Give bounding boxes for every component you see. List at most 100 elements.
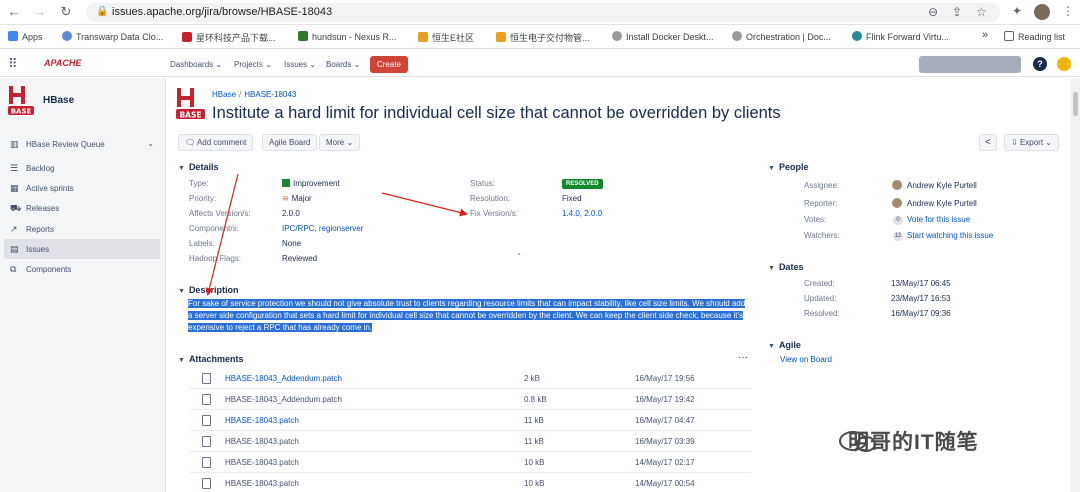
created-value: 13/May/17 06:45 [891,279,951,288]
project-name[interactable]: HBase [43,95,74,106]
bookmarks-overflow[interactable]: » [982,29,988,41]
help-icon[interactable]: ? [1033,57,1047,71]
description-heading[interactable]: ▼ Description [178,285,238,295]
nexus-icon [298,31,308,41]
sidebar-item-active-sprints[interactable]: ▦ Active sprints [4,178,160,198]
bookmark-flink[interactable]: Flink Forward Virtu... [852,31,949,42]
bookmark-star-ring[interactable]: 星环科技产品下载... [182,31,276,44]
svg-text:BASE: BASE [11,108,32,116]
share-icon: < [985,137,991,148]
file-icon [202,394,211,405]
twisty-icon: ▼ [768,343,775,350]
affects-version-value: 2.0.0 [282,209,300,218]
attachment-row[interactable]: HBASE-18043.patch 10 kB 14/May/17 02:17 [190,452,751,473]
reload-icon[interactable]: ↻ [58,4,74,20]
created-label: Created: [804,279,835,288]
description-text[interactable]: For sake of service protection we should… [188,298,748,334]
export-button[interactable]: ⇩ Export ⌄ [1004,134,1059,151]
address-bar[interactable]: 🔒 issues.apache.org/jira/browse/HBASE-18… [86,3,1000,22]
user-avatar[interactable] [1057,57,1071,71]
sidebar-item-reports[interactable]: ↗ Reports [4,219,160,239]
bookmark-docker[interactable]: Install Docker Deskt... [612,31,714,42]
watchers-label: Watchers: [804,231,840,240]
watch-link[interactable]: Start watching this issue [907,231,993,240]
bookmark-hs-delivery[interactable]: 恒生电子交付物管... [496,31,590,44]
scrollbar-thumb[interactable] [1073,92,1078,116]
details-heading[interactable]: ▼ Details [178,162,218,172]
url-text[interactable]: issues.apache.org/jira/browse/HBASE-1804… [112,6,332,18]
more-button[interactable]: More ⌄ [319,134,361,151]
hbase-project-icon[interactable]: BASE [8,86,36,116]
profile-avatar[interactable] [1034,4,1050,20]
menu-issues[interactable]: Issues ⌄ [284,60,316,69]
hadoop-flags-value: Reviewed [282,254,318,263]
bookmark-orchestration[interactable]: Orchestration | Doc... [732,31,831,42]
sidebar-item-issues[interactable]: ▤ Issues [4,239,160,259]
reading-list[interactable]: Reading list [1004,31,1065,42]
sidebar-item-components[interactable]: ⧉ Components [4,259,160,279]
breadcrumb-issue-key[interactable]: HBASE-18043 [244,90,296,99]
globe-icon [732,31,742,41]
attachment-row[interactable]: HBASE-18043_Addendum.patch 0.8 kB 16/May/1… [190,389,751,410]
zoom-icon[interactable]: ⊖ [928,5,938,19]
attachment-row[interactable]: HBASE-18043.patch 11 kB 16/May/17 03:39 [190,431,751,452]
page-scrollbar[interactable] [1071,78,1080,492]
bookmark-nexus[interactable]: hundsun - Nexus R... [298,31,397,42]
menu-boards[interactable]: Boards ⌄ [326,60,360,69]
app-switcher-icon[interactable]: ⠿ [8,57,18,70]
chevron-down-icon[interactable]: ⌄ [147,139,154,148]
create-button[interactable]: Create [370,56,408,73]
fix-version-value[interactable]: 1.4.0, 2.0.0 [562,209,602,218]
bookmark-hs-community[interactable]: 恒生E社区 [418,31,474,44]
apache-logo[interactable]: APACHE [44,58,81,68]
sidebar-item-review-queue[interactable]: ▥ HBase Review Queue ⌄ [4,134,160,154]
dates-heading[interactable]: ▼ Dates [768,262,803,272]
twisty-icon: ▼ [768,265,775,272]
reporter-avatar [892,198,902,208]
labels-value: None [282,239,302,248]
attachment-row[interactable]: HBASE-18043.patch 11 kB 16/May/17 04:47 [190,410,751,431]
menu-dashboards[interactable]: Dashboards ⌄ [170,60,222,69]
vote-link[interactable]: Vote for this issue [907,215,970,224]
components-value[interactable]: IPC/RPC, regionserver [282,224,363,233]
menu-projects[interactable]: Projects ⌄ [234,60,272,69]
sidebar-item-backlog[interactable]: ☰ Backlog [4,158,160,178]
votes-label: Votes: [804,215,827,224]
breadcrumb-project[interactable]: HBase [212,90,236,99]
sprint-icon: ▦ [10,183,19,193]
people-heading[interactable]: ▼ People [768,162,808,172]
reading-list-icon [1004,31,1014,41]
priority-label: Priority: [189,194,217,203]
bookmark-transwarp[interactable]: Transwarp Data Clo... [62,31,163,42]
attachments-options-icon[interactable]: ··· [738,352,748,363]
share-button[interactable]: < [979,134,997,151]
watchers-count: 12 [893,232,903,241]
search-input[interactable] [919,56,1021,73]
updated-value: 23/May/17 16:53 [891,294,951,303]
type-value: Improvement [282,179,340,188]
attachment-row[interactable]: HBASE-18043.patch 10 kB 14/May/17 00:54 [190,473,751,492]
reporter-value[interactable]: Andrew Kyle Purtell [907,199,977,208]
resolved-label: Resolved: [804,309,840,318]
share-icon[interactable]: ⇪ [952,5,962,19]
extensions-icon[interactable]: ✦ [1012,4,1022,18]
add-comment-button[interactable]: 🗨 Add comment [178,134,254,151]
sidebar-item-releases[interactable]: ⛟ Releases [4,198,160,218]
assignee-value[interactable]: Andrew Kyle Purtell [907,181,977,190]
updated-label: Updated: [804,294,837,303]
bookmarks-bar: Apps Transwarp Data Clo... 星环科技产品下载... h… [0,25,1080,49]
attachments-heading[interactable]: ▼ Attachments [178,354,243,364]
bookmark-star-icon[interactable]: ☆ [976,5,987,19]
bookmark-apps[interactable]: Apps [8,31,43,42]
view-on-board-link[interactable]: View on Board [780,355,832,364]
reports-icon: ↗ [10,224,18,234]
back-icon[interactable]: ← [6,4,22,20]
forward-icon[interactable]: → [32,4,48,20]
agile-heading[interactable]: ▼ Agile [768,340,801,350]
attachment-row[interactable]: HBASE-18043_Addendum.patch 2 kB 16/May/17 … [190,368,751,389]
browser-toolbar: ← → ↻ 🔒 issues.apache.org/jira/browse/HB… [0,0,1080,25]
site-icon [418,32,428,42]
browser-menu-icon[interactable]: ⋮ [1062,4,1074,18]
agile-board-button[interactable]: Agile Board [262,134,318,151]
twisty-icon: ▼ [178,288,185,295]
